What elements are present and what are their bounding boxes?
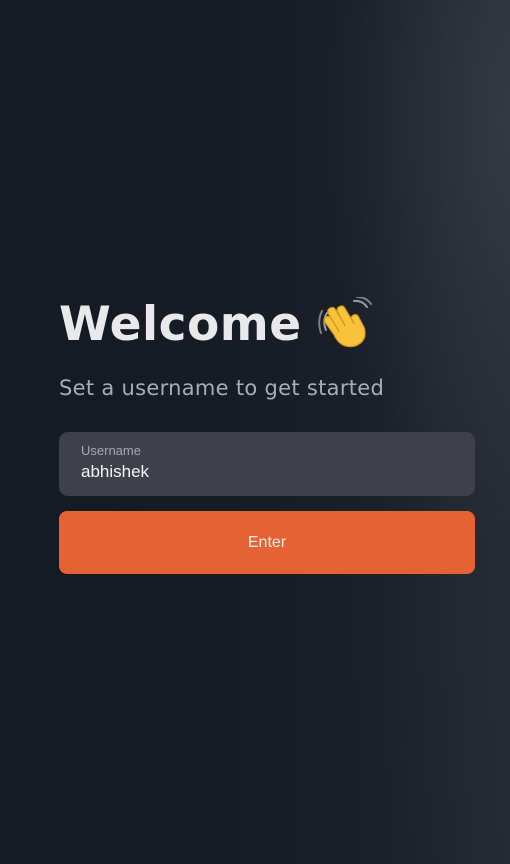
username-input[interactable]: abhishek	[81, 462, 453, 482]
username-field[interactable]: Username abhishek	[59, 432, 475, 496]
username-label: Username	[81, 443, 141, 458]
enter-button[interactable]: Enter	[59, 511, 475, 574]
waving-hand-icon	[317, 296, 374, 353]
login-screen: Welcome Set a username to get started Us…	[0, 0, 510, 864]
page-title: Welcome	[59, 297, 302, 352]
welcome-panel: Welcome Set a username to get started Us…	[59, 296, 475, 574]
title-row: Welcome	[59, 296, 475, 354]
page-subtitle: Set a username to get started	[59, 376, 385, 400]
